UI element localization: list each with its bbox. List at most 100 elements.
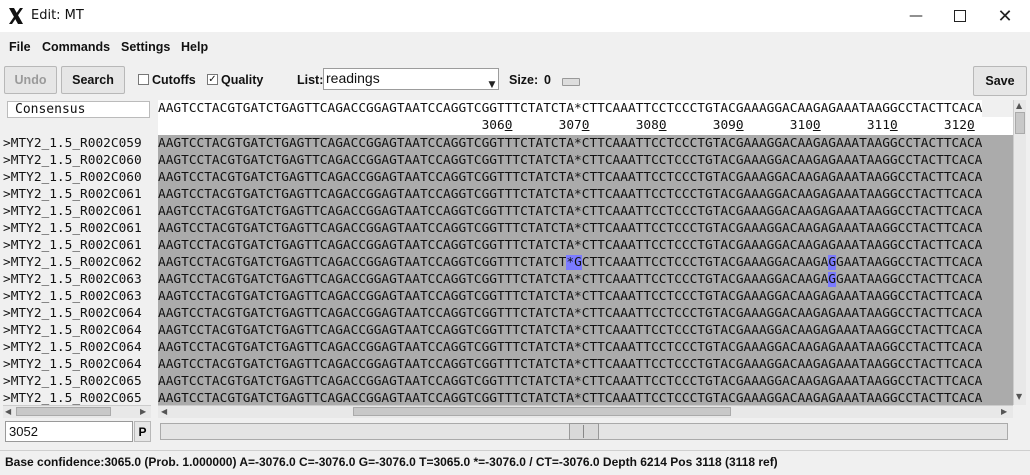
cutoffs-label: Cutoffs — [152, 73, 196, 87]
position-value: 3052 — [9, 424, 38, 439]
undo-button[interactable]: Undo — [4, 66, 57, 94]
reading-name[interactable]: >MTY2_1.5_R002C061 — [3, 203, 153, 220]
search-button[interactable]: Search — [61, 66, 125, 94]
reading-name[interactable]: >MTY2_1.5_R002C064 — [3, 305, 153, 322]
save-button[interactable]: Save — [973, 66, 1027, 96]
reading-name[interactable]: >MTY2_1.5_R002C061 — [3, 220, 153, 237]
maximize-icon — [954, 10, 966, 22]
title-bar: Edit: MT — ✕ — [0, 0, 1030, 32]
reading-name[interactable]: >MTY2_1.5_R002C065 — [3, 373, 153, 390]
ruler-tick-prefix: 310 — [789, 118, 813, 133]
position-input[interactable]: 3052 — [5, 421, 133, 442]
reading-name[interactable]: >MTY2_1.5_R002C060 — [3, 169, 153, 186]
reading-name[interactable]: >MTY2_1.5_R002C061 — [3, 237, 153, 254]
reading-sequence[interactable]: AAGTCCTACGTGATCTGAGTTCAGACCGGAGTAATCCAGG… — [158, 288, 982, 305]
ruler-tick-prefix: 311 — [866, 118, 890, 133]
names-panel: Consensus >MTY2_1.5_R002C059 >MTY2_1.5_R0… — [3, 100, 153, 405]
editor-window: Edit: MT — ✕ File Commands Settings Help… — [0, 0, 1030, 475]
names-hscrollbar[interactable]: ◀ ▶ — [3, 405, 151, 418]
ruler-tick: 3120 — [944, 118, 975, 133]
reading-sequence[interactable]: AAGTCCTACGTGATCTGAGTTCAGACCGGAGTAATCCAGG… — [158, 390, 982, 405]
reading-name[interactable]: >MTY2_1.5_R002C061 — [3, 186, 153, 203]
scroll-left-icon[interactable]: ◀ — [161, 407, 167, 416]
status-text: Base confidence:3065.0 (Prob. 1.000000) … — [5, 455, 778, 469]
ruler-tick-digit: 0 — [581, 118, 590, 133]
highlighted-base[interactable]: G — [828, 255, 837, 270]
ruler-tick: 3090 — [713, 118, 744, 133]
ruler-tick-digit: 0 — [812, 118, 821, 133]
size-slider[interactable] — [562, 78, 580, 86]
sequence-hscroll-thumb[interactable] — [353, 407, 731, 416]
ruler-tick-digit: 0 — [889, 118, 898, 133]
minimize-icon: — — [909, 8, 923, 24]
reading-sequence[interactable]: AAGTCCTACGTGATCTGAGTTCAGACCGGAGTAATCCAGG… — [158, 237, 982, 254]
scroll-down-icon[interactable]: ▼ — [1016, 392, 1022, 401]
highlighted-base[interactable]: * — [566, 255, 575, 270]
x-logo-icon — [9, 8, 23, 24]
reading-sequence[interactable]: AAGTCCTACGTGATCTGAGTTCAGACCGGAGTAATCCAGG… — [158, 271, 982, 288]
list-label: List: — [297, 73, 324, 87]
menu-commands[interactable]: Commands — [42, 40, 110, 54]
reading-sequence[interactable]: AAGTCCTACGTGATCTGAGTTCAGACCGGAGTAATCCAGG… — [158, 254, 982, 271]
reading-sequence[interactable]: AAGTCCTACGTGATCTGAGTTCAGACCGGAGTAATCCAGG… — [158, 203, 982, 220]
sequence-hscrollbar[interactable]: ◀ ▶ — [158, 405, 1013, 418]
menu-help[interactable]: Help — [181, 40, 208, 54]
reading-name[interactable]: >MTY2_1.5_R002C065 — [3, 390, 153, 405]
quality-label: Quality — [221, 73, 264, 87]
scroll-up-icon[interactable]: ▲ — [1016, 101, 1022, 110]
highlighted-base[interactable]: G — [574, 255, 582, 270]
scroll-right-icon[interactable]: ▶ — [140, 407, 146, 416]
close-button[interactable]: ✕ — [982, 0, 1028, 32]
ruler-tick-digit: 0 — [504, 118, 513, 133]
reading-sequence[interactable]: AAGTCCTACGTGATCTGAGTTCAGACCGGAGTAATCCAGG… — [158, 356, 982, 373]
ruler-tick: 3100 — [790, 118, 821, 133]
ruler-tick: 3110 — [867, 118, 898, 133]
quality-checkbox[interactable]: ✓ — [207, 74, 218, 85]
reading-name[interactable]: >MTY2_1.5_R002C060 — [3, 152, 153, 169]
status-bar: Base confidence:3065.0 (Prob. 1.000000) … — [0, 450, 1030, 475]
reading-name[interactable]: >MTY2_1.5_R002C063 — [3, 271, 153, 288]
ruler-tick-prefix: 306 — [481, 118, 505, 133]
consensus-sequence[interactable]: AAGTCCTACGTGATCTGAGTTCAGACCGGAGTAATCCAGG… — [158, 100, 983, 117]
ruler-tick-digit: 0 — [735, 118, 744, 133]
menu-file[interactable]: File — [9, 40, 31, 54]
consensus-label: Consensus — [7, 101, 150, 118]
scale-thumb[interactable] — [569, 423, 599, 440]
ruler-tick: 3060 — [482, 118, 513, 133]
reading-name[interactable]: >MTY2_1.5_R002C064 — [3, 322, 153, 339]
list-input[interactable]: readings — [323, 68, 499, 90]
reading-name[interactable]: >MTY2_1.5_R002C059 — [3, 135, 153, 152]
ruler-tick-digit: 0 — [967, 118, 975, 133]
reading-sequence[interactable]: AAGTCCTACGTGATCTGAGTTCAGACCGGAGTAATCCAGG… — [158, 152, 982, 169]
ruler-tick-prefix: 308 — [635, 118, 659, 133]
reading-name[interactable]: >MTY2_1.5_R002C064 — [3, 356, 153, 373]
sequence-vscrollbar[interactable]: ▲ ▼ — [1013, 100, 1026, 405]
reading-sequence[interactable]: AAGTCCTACGTGATCTGAGTTCAGACCGGAGTAATCCAGG… — [158, 169, 982, 186]
ruler-tick: 3070 — [559, 118, 590, 133]
reading-sequence[interactable]: AAGTCCTACGTGATCTGAGTTCAGACCGGAGTAATCCAGG… — [158, 339, 982, 356]
reading-name[interactable]: >MTY2_1.5_R002C062 — [3, 254, 153, 271]
list-value: readings — [326, 70, 380, 86]
p-button[interactable]: P — [134, 421, 151, 442]
maximize-button[interactable] — [937, 0, 983, 32]
reading-sequence[interactable]: AAGTCCTACGTGATCTGAGTTCAGACCGGAGTAATCCAGG… — [158, 373, 982, 390]
ruler-tick-prefix: 307 — [558, 118, 582, 133]
sequence-vscroll-thumb[interactable] — [1015, 112, 1025, 134]
reading-sequence[interactable]: AAGTCCTACGTGATCTGAGTTCAGACCGGAGTAATCCAGG… — [158, 322, 982, 339]
reading-name[interactable]: >MTY2_1.5_R002C063 — [3, 288, 153, 305]
highlighted-base[interactable]: G — [828, 272, 836, 287]
scroll-right-icon[interactable]: ▶ — [1001, 407, 1007, 416]
scroll-left-icon[interactable]: ◀ — [5, 407, 11, 416]
size-value: 0 — [544, 73, 551, 87]
ruler-tick-prefix: 312 — [943, 118, 967, 133]
minimize-button[interactable]: — — [893, 0, 939, 32]
reading-name[interactable]: >MTY2_1.5_R002C064 — [3, 339, 153, 356]
reading-sequence[interactable]: AAGTCCTACGTGATCTGAGTTCAGACCGGAGTAATCCAGG… — [158, 305, 982, 322]
menu-settings[interactable]: Settings — [121, 40, 170, 54]
cutoffs-checkbox[interactable] — [138, 74, 149, 85]
list-dropdown-icon[interactable]: ▼ — [486, 70, 498, 90]
reading-sequence[interactable]: AAGTCCTACGTGATCTGAGTTCAGACCGGAGTAATCCAGG… — [158, 186, 982, 203]
reading-sequence[interactable]: AAGTCCTACGTGATCTGAGTTCAGACCGGAGTAATCCAGG… — [158, 135, 982, 152]
names-hscroll-thumb[interactable] — [16, 407, 111, 416]
reading-sequence[interactable]: AAGTCCTACGTGATCTGAGTTCAGACCGGAGTAATCCAGG… — [158, 220, 982, 237]
